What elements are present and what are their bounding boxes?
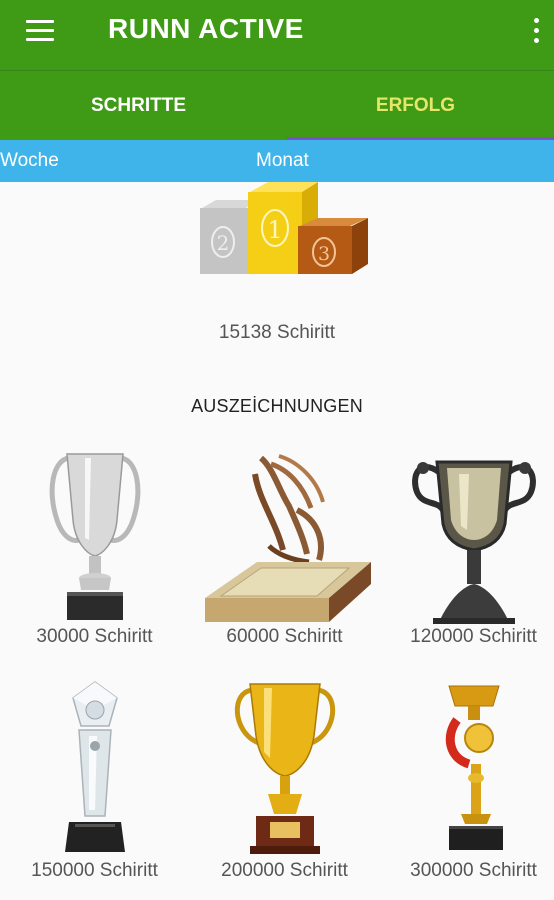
award-item[interactable]: 200000 Schiritt bbox=[192, 680, 377, 882]
tab-schritte[interactable]: SCHRITTE bbox=[0, 71, 277, 141]
app-bar: RUNN ACTIVE bbox=[0, 0, 554, 70]
award-label: 300000 Schiritt bbox=[410, 860, 537, 881]
subtab-woche[interactable]: Woche bbox=[0, 140, 59, 182]
hamburger-menu-icon[interactable] bbox=[24, 18, 56, 44]
podium-first-place: 1 bbox=[267, 216, 282, 244]
award-item[interactable]: 120000 Schiritt bbox=[381, 450, 554, 648]
subtab-monat[interactable]: Monat bbox=[256, 140, 309, 182]
tab-bar: SCHRITTE ERFOLG bbox=[0, 70, 554, 141]
current-steps: 15138 Schiritt bbox=[218, 322, 336, 343]
award-label: 150000 Schiritt bbox=[31, 860, 158, 881]
awards-title: AUSZEİCHNUNGEN bbox=[191, 396, 363, 416]
award-label: 200000 Schiritt bbox=[221, 860, 348, 881]
award-item[interactable]: 150000 Schiritt bbox=[2, 680, 187, 882]
app-title: RUNN ACTIVE bbox=[108, 13, 304, 44]
podium-icon: 2 1 3 bbox=[196, 182, 372, 278]
award-label: 120000 Schiritt bbox=[410, 626, 537, 647]
podium-third-place: 3 bbox=[318, 243, 330, 265]
podium-second-place: 2 bbox=[217, 231, 230, 255]
silver-cup-trophy-icon bbox=[49, 453, 140, 620]
award-item[interactable]: 60000 Schiritt bbox=[192, 450, 377, 648]
award-label: 30000 Schiritt bbox=[36, 626, 153, 647]
award-label: 60000 Schiritt bbox=[226, 626, 343, 647]
gold-cup-trophy-icon bbox=[234, 683, 335, 854]
award-item[interactable]: 300000 Schiritt bbox=[381, 680, 554, 882]
more-vert-icon[interactable] bbox=[528, 16, 544, 46]
gold-ribbon-trophy-icon bbox=[445, 685, 503, 850]
bronze-wing-award-icon bbox=[204, 454, 371, 622]
award-item[interactable]: 30000 Schiritt bbox=[2, 450, 187, 648]
tab-erfolg[interactable]: ERFOLG bbox=[277, 71, 554, 141]
dark-dragon-cup-trophy-icon bbox=[411, 460, 536, 624]
period-tab-bar: Woche Monat bbox=[0, 140, 554, 182]
crystal-trophy-icon bbox=[64, 681, 125, 852]
